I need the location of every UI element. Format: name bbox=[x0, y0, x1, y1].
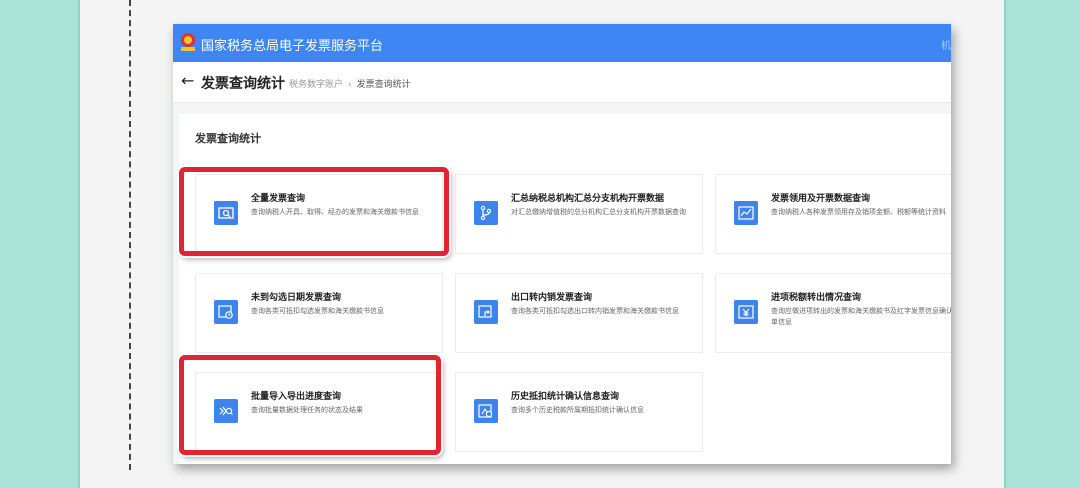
back-arrow-icon[interactable]: ← bbox=[181, 71, 194, 90]
return-icon bbox=[474, 300, 498, 324]
highlight-box-full-invoice bbox=[179, 167, 449, 256]
branch-icon bbox=[474, 201, 498, 225]
breadcrumb-item-account[interactable]: 税务数字账户 bbox=[289, 80, 343, 90]
card-historical-deduction[interactable]: 历史抵扣统计确认信息查询 查询多个历史税款所属期抵扣统计确认信息 bbox=[455, 372, 703, 452]
chart-icon bbox=[734, 201, 758, 225]
card-desc: 查询各类可抵扣勾选发票和海关缴款书信息 bbox=[251, 307, 384, 315]
card-desc: 查询多个历史税款所属期抵扣统计确认信息 bbox=[511, 406, 644, 414]
card-title: 进项税额转出情况查询 bbox=[771, 293, 862, 303]
card-title: 历史抵扣统计确认信息查询 bbox=[511, 392, 620, 402]
card-input-tax-transfer[interactable]: 进项税额转出情况查询 查询应做进项转出的发票和海关缴款书及红字发票信息确认单信息 bbox=[715, 273, 951, 353]
card-title: 未到勾选日期发票查询 bbox=[251, 293, 342, 303]
breadcrumb: 税务数字账户 › 发票查询统计 bbox=[289, 77, 411, 90]
card-invoice-usage-data[interactable]: 发票领用及开票数据查询 查询纳税人各种发票领用存及销项金额、税额等统计资料 bbox=[715, 174, 951, 254]
yen-icon bbox=[734, 300, 758, 324]
card-desc: 查询各类可抵扣勾选出口转内销发票和海关缴款书信息 bbox=[511, 307, 679, 315]
tax-emblem-icon bbox=[181, 33, 195, 51]
card-desc: 查询应做进项转出的发票和海关缴款书及红字发票信息确认单信息 bbox=[771, 307, 951, 326]
highlight-box-batch-progress bbox=[179, 355, 441, 455]
card-branch-invoice-data[interactable]: 汇总纳税总机构汇总分支机构开票数据 对汇总缴纳增值税的总分机构汇总分支机构开票数… bbox=[455, 174, 703, 254]
page-title: 发票查询统计 bbox=[201, 76, 285, 92]
platform-title: 国家税务总局电子发票服务平台 bbox=[201, 39, 384, 54]
card-unselected-date-invoices[interactable]: 未到勾选日期发票查询 查询各类可抵扣勾选发票和海关缴款书信息 bbox=[195, 273, 443, 353]
breadcrumb-separator-icon: › bbox=[348, 80, 352, 90]
page-header: ← 发票查询统计 税务数字账户 › 发票查询统计 bbox=[173, 62, 951, 103]
card-title: 出口转内销发票查询 bbox=[511, 293, 593, 303]
card-desc: 查询纳税人各种发票领用存及销项金额、税额等统计资料 bbox=[771, 208, 946, 216]
history-icon bbox=[474, 399, 498, 423]
card-title: 汇总纳税总机构汇总分支机构开票数据 bbox=[511, 194, 665, 204]
card-title: 发票领用及开票数据查询 bbox=[771, 194, 871, 204]
breadcrumb-item-current: 发票查询统计 bbox=[356, 80, 411, 90]
card-export-to-domestic[interactable]: 出口转内销发票查询 查询各类可抵扣勾选出口转内销发票和海关缴款书信息 bbox=[455, 273, 703, 353]
user-menu[interactable]: 机 bbox=[941, 37, 951, 52]
platform-topbar: 国家税务总局电子发票服务平台 机 bbox=[173, 24, 951, 62]
clock-icon bbox=[214, 300, 238, 324]
dashed-divider bbox=[129, 0, 131, 470]
section-title: 发票查询统计 bbox=[195, 132, 261, 145]
card-desc: 对汇总缴纳增值税的总分机构汇总分支机构开票数据查询 bbox=[511, 208, 686, 216]
